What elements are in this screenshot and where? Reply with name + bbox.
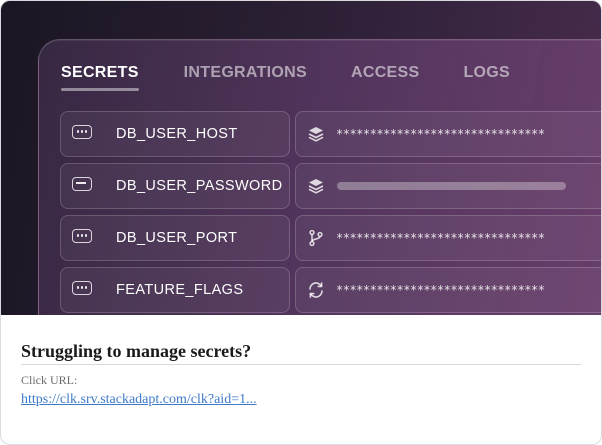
tab-logs[interactable]: LOGS [463,64,510,82]
secret-value-field[interactable]: ******************************* [295,111,601,157]
dots-field-icon [72,281,92,295]
hero-image[interactable]: SECRETS INTEGRATIONS ACCESS LOGS DB_USER… [1,1,601,315]
secret-key-field[interactable]: FEATURE_FLAGS [60,267,290,313]
secret-key-label: DB_USER_HOST [116,126,238,142]
secret-key-label: DB_USER_PORT [116,230,238,246]
click-url-label: Click URL: [21,373,78,387]
tab-bar: SECRETS INTEGRATIONS ACCESS LOGS [61,64,510,91]
secret-value-masked: ******************************* [336,231,545,245]
secret-key-field[interactable]: DB_USER_HOST [60,111,290,157]
secret-value-field[interactable]: ******************************* [295,267,601,313]
secret-value-field[interactable]: ******************************* [295,215,601,261]
tab-secrets[interactable]: SECRETS [61,64,139,91]
secret-value-masked: ******************************* [336,283,545,297]
git-branch-icon [309,229,323,247]
minus-field-icon [72,177,92,191]
ad-footer: Struggling to manage secrets? Click URL:… [1,315,601,444]
ad-card[interactable]: SECRETS INTEGRATIONS ACCESS LOGS DB_USER… [0,0,602,445]
layers-icon [308,127,324,142]
layers-icon [308,179,324,194]
secret-value-field[interactable] [295,163,601,209]
secret-key-label: FEATURE_FLAGS [116,282,244,298]
tab-integrations[interactable]: INTEGRATIONS [184,64,307,82]
dots-field-icon [72,229,92,243]
secret-key-label: DB_USER_PASSWORD [116,178,283,194]
secrets-panel: SECRETS INTEGRATIONS ACCESS LOGS DB_USER… [38,39,601,315]
secret-value-masked: ******************************* [336,127,545,141]
ad-headline[interactable]: Struggling to manage secrets? [21,341,251,362]
secret-key-field[interactable]: DB_USER_PORT [60,215,290,261]
refresh-icon [309,282,323,298]
value-loading-bar [337,182,566,190]
divider [21,364,581,365]
tab-access[interactable]: ACCESS [351,64,419,82]
secret-key-field[interactable]: DB_USER_PASSWORD [60,163,290,209]
dots-field-icon [72,125,92,139]
click-url-link[interactable]: https://clk.srv.stackadapt.com/clk?aid=1… [21,392,257,408]
